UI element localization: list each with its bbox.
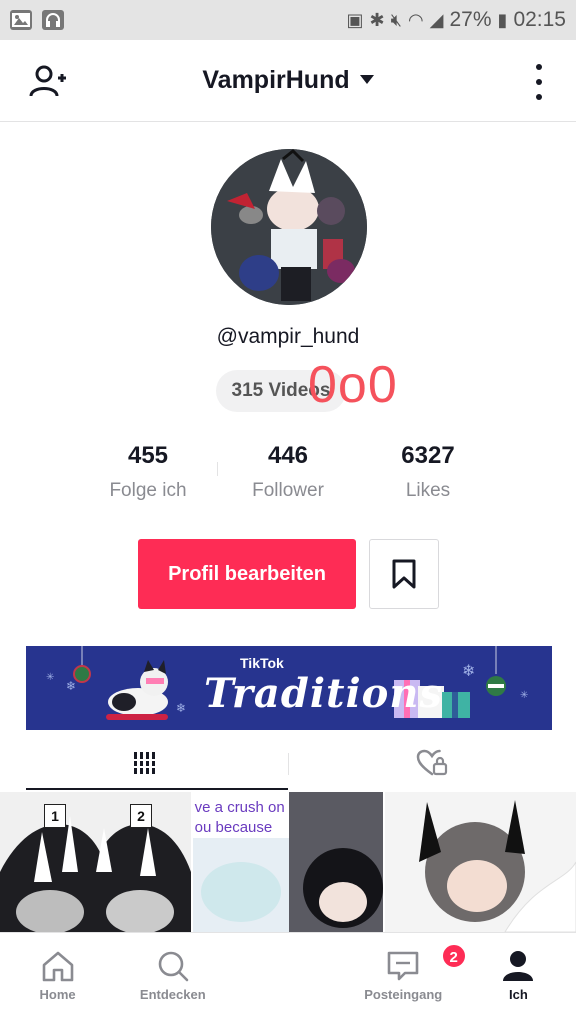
svg-text:✳: ✳	[520, 690, 528, 701]
svg-text:❄: ❄	[462, 663, 475, 680]
battery-percent: 27%	[449, 8, 492, 31]
stat-label: Likes	[405, 480, 451, 501]
profile-icon	[503, 951, 534, 981]
nav-label: Entdecken	[139, 987, 206, 1002]
stat-followers[interactable]: 446 Follower	[218, 442, 358, 502]
gallery-notification-icon	[10, 10, 32, 30]
nav-label: Ich	[509, 987, 528, 1002]
signal-icon: ◢	[429, 9, 444, 30]
battery-icon: ▮	[497, 9, 508, 30]
more-options-icon[interactable]	[534, 64, 544, 100]
nav-create-spacer	[230, 933, 345, 1024]
bookmark-icon	[392, 559, 416, 589]
video-thumbnail[interactable]	[385, 792, 576, 932]
stat-value: 6327	[401, 442, 455, 469]
headphones-notification-icon	[42, 10, 64, 30]
nav-discover[interactable]: Entdecken	[115, 933, 230, 1024]
stat-label: Folge ich	[109, 480, 187, 501]
overlay-text: 0o0	[308, 356, 398, 414]
nav-inbox[interactable]: Posteingang 2	[346, 933, 467, 1024]
tab-videos[interactable]	[0, 738, 288, 790]
avatar[interactable]	[211, 149, 367, 305]
bluetooth-icon: ✱	[369, 9, 385, 30]
clock: 02:15	[513, 8, 566, 31]
svg-text:❄: ❄	[176, 701, 186, 715]
banner-small-text: TikTok	[240, 655, 284, 671]
video-grid: 1 2 ve a crush on ou because	[0, 792, 576, 932]
bottom-navigation: Home Entdecken Posteingang 2 Ich	[0, 932, 576, 1024]
grid-icon	[131, 752, 157, 774]
profile-stats: 455 Folge ich 446 Follower 6327 Likes	[78, 442, 498, 502]
video-thumbnail[interactable]: ve a crush on ou because	[192, 792, 384, 932]
divider	[288, 753, 289, 775]
nav-label: Home	[39, 987, 76, 1002]
nav-home[interactable]: Home	[0, 933, 115, 1024]
tiktok-traditions-banner[interactable]: ❄ ✳ ❄ ❄ ✳ TikTok Traditions	[26, 646, 552, 730]
svg-text:✳: ✳	[46, 672, 54, 683]
wifi-icon: ◠	[407, 9, 424, 30]
inbox-icon	[387, 951, 419, 981]
video-thumbnail[interactable]: 1 2	[0, 792, 191, 932]
stat-label: Follower	[252, 480, 324, 501]
image-tag: 2	[130, 804, 152, 828]
nav-me[interactable]: Ich	[461, 933, 576, 1024]
nav-label: Posteingang	[364, 987, 443, 1002]
profile-header: VampirHund	[0, 40, 576, 122]
account-name: VampirHund	[202, 66, 350, 94]
thumbnail-caption: ve a crush on ou because	[194, 799, 285, 836]
username: @vampir_hund	[216, 325, 360, 348]
mute-icon: 🔇︎	[390, 9, 402, 30]
stat-value: 446	[267, 442, 309, 469]
edit-profile-button[interactable]: Profil bearbeiten	[138, 539, 356, 609]
search-icon	[158, 951, 189, 982]
status-bar: ▣ ✱ 🔇︎ ◠ ◢ 27% ▮ 02:15	[0, 0, 576, 40]
tab-liked-private[interactable]	[288, 738, 576, 788]
account-switcher[interactable]: VampirHund	[0, 66, 576, 95]
image-tag: 1	[44, 804, 66, 828]
battery-saver-icon: ▣	[346, 9, 364, 30]
banner-title: Traditions	[204, 670, 443, 717]
svg-text:❄: ❄	[66, 679, 76, 693]
stat-likes[interactable]: 6327 Likes	[358, 442, 498, 502]
heart-lock-icon	[416, 749, 448, 776]
chevron-down-icon	[359, 74, 374, 84]
favorites-button[interactable]	[369, 539, 439, 609]
stat-value: 455	[127, 442, 169, 469]
stat-following[interactable]: 455 Folge ich	[78, 442, 218, 502]
home-icon	[42, 951, 73, 982]
